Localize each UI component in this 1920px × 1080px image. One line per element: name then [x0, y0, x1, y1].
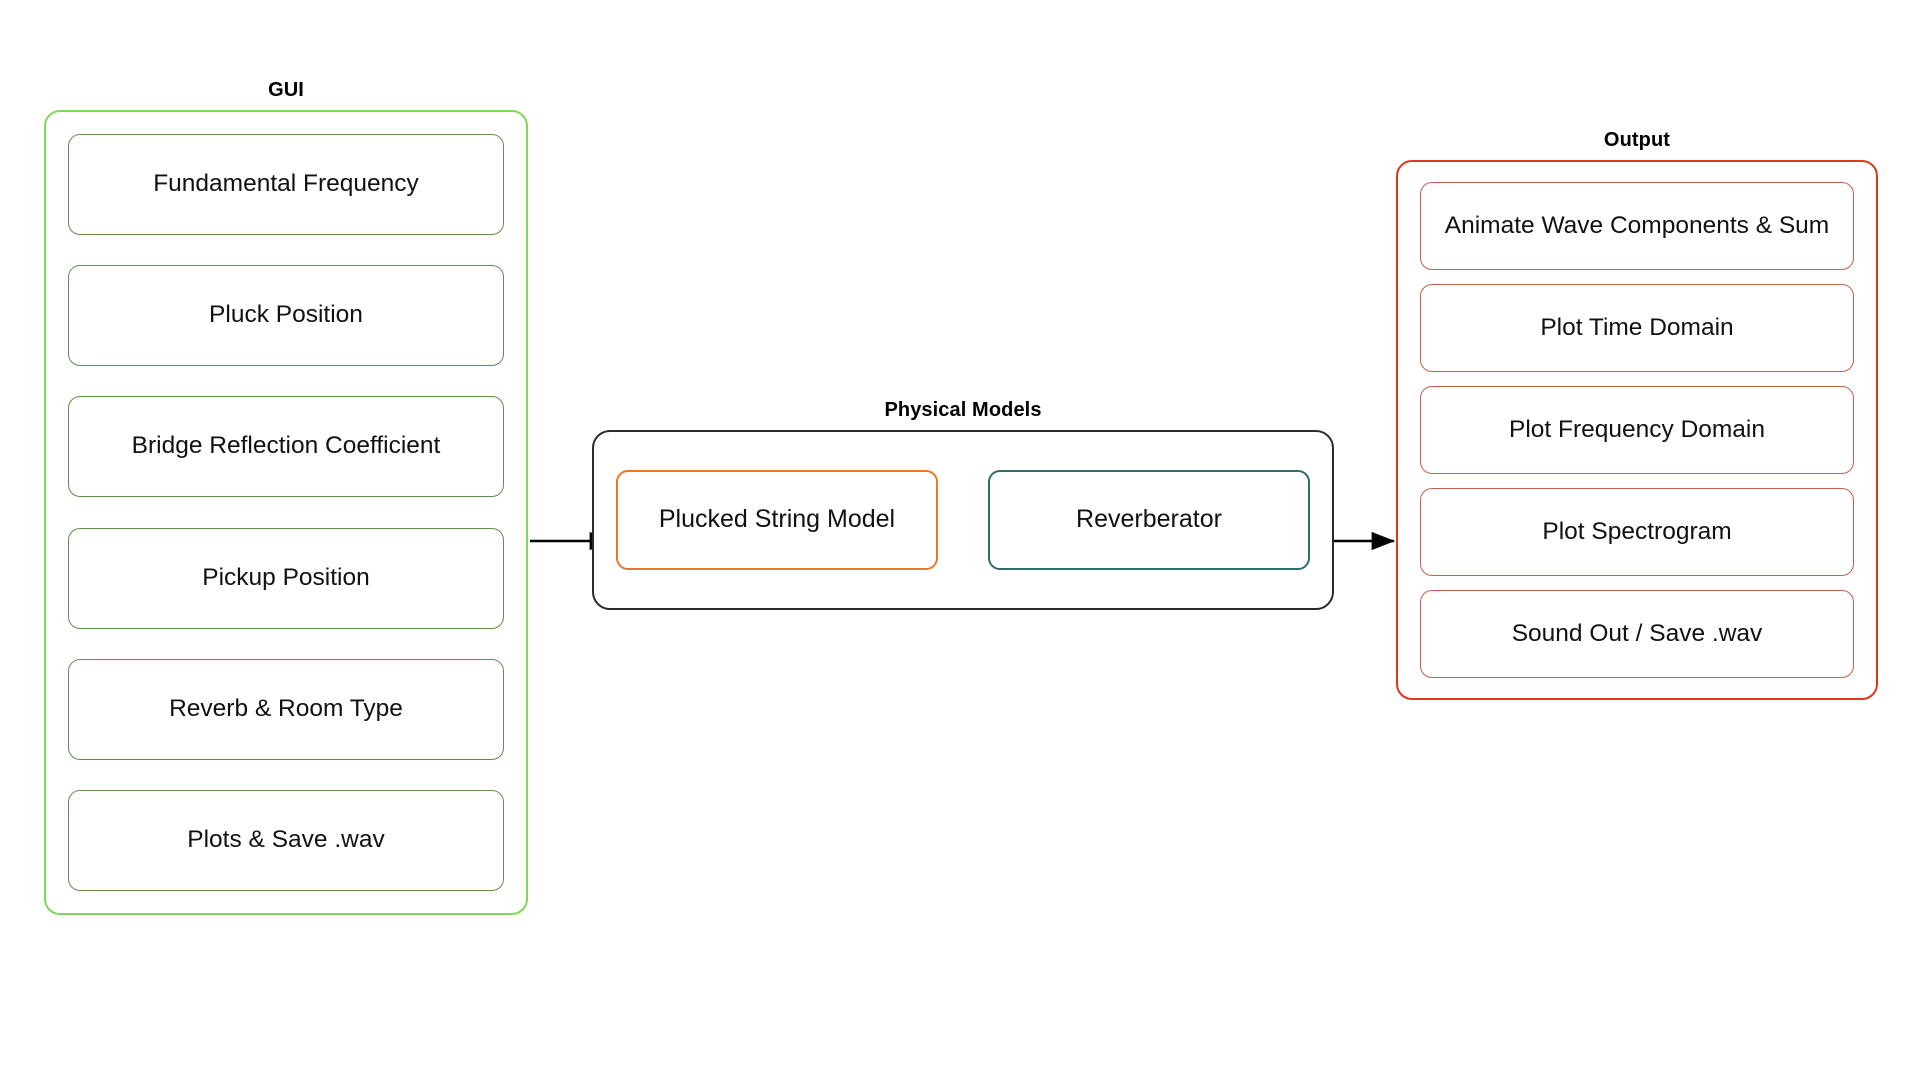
physical-models-item-reverberator[interactable]: Reverberator [988, 470, 1310, 570]
gui-item-pluck-position[interactable]: Pluck Position [68, 265, 504, 367]
output-item-animate-wave-components-and-sum[interactable]: Animate Wave Components & Sum [1420, 182, 1854, 270]
gui-item-label: Pluck Position [209, 301, 363, 329]
gui-group: GUI Fundamental Frequency Pluck Position… [44, 80, 528, 915]
output-group: Output Animate Wave Components & Sum Plo… [1396, 130, 1878, 700]
output-item-label: Plot Frequency Domain [1508, 415, 1765, 443]
gui-group-title: GUI [268, 79, 304, 101]
output-group-title: Output [1603, 129, 1671, 151]
gui-container: Fundamental Frequency Pluck Position Bri… [44, 110, 528, 915]
physical-models-group: Physical Models Plucked String Model Rev… [592, 400, 1334, 610]
gui-item-label: Reverb & Room Type [169, 694, 403, 722]
gui-item-bridge-reflection-coefficient[interactable]: Bridge Reflection Coefficient [68, 396, 504, 498]
physical-models-item-plucked-string-model[interactable]: Plucked String Model [616, 470, 938, 570]
gui-item-label: Plots & Save .wav [187, 825, 385, 853]
physical-models-container: Plucked String Model Reverberator [592, 430, 1334, 610]
output-item-label: Sound Out / Save .wav [1511, 619, 1763, 647]
output-item-label: Animate Wave Components & Sum [1444, 211, 1830, 239]
gui-item-plots-and-save-wav[interactable]: Plots & Save .wav [68, 789, 504, 891]
physical-models-group-title: Physical Models [884, 399, 1042, 421]
gui-item-fundamental-frequency[interactable]: Fundamental Frequency [68, 134, 504, 235]
physical-models-item-label: Plucked String Model [658, 505, 896, 534]
gui-item-reverb-and-room-type[interactable]: Reverb & Room Type [68, 658, 504, 760]
output-item-label: Plot Spectrogram [1542, 517, 1732, 545]
gui-item-label: Bridge Reflection Coefficient [131, 432, 441, 460]
output-item-sound-out-save-wav[interactable]: Sound Out / Save .wav [1420, 590, 1854, 678]
output-item-plot-time-domain[interactable]: Plot Time Domain [1420, 284, 1854, 372]
diagram-canvas: GUI Fundamental Frequency Pluck Position… [0, 0, 1920, 1080]
gui-item-label: Pickup Position [202, 563, 370, 591]
output-container: Animate Wave Components & Sum Plot Time … [1396, 160, 1878, 700]
gui-item-label: Fundamental Frequency [153, 170, 419, 198]
gui-item-pickup-position[interactable]: Pickup Position [68, 527, 504, 629]
physical-models-item-label: Reverberator [1076, 505, 1222, 534]
output-item-plot-spectrogram[interactable]: Plot Spectrogram [1420, 488, 1854, 576]
output-item-label: Plot Time Domain [1540, 313, 1734, 341]
output-item-plot-frequency-domain[interactable]: Plot Frequency Domain [1420, 386, 1854, 474]
